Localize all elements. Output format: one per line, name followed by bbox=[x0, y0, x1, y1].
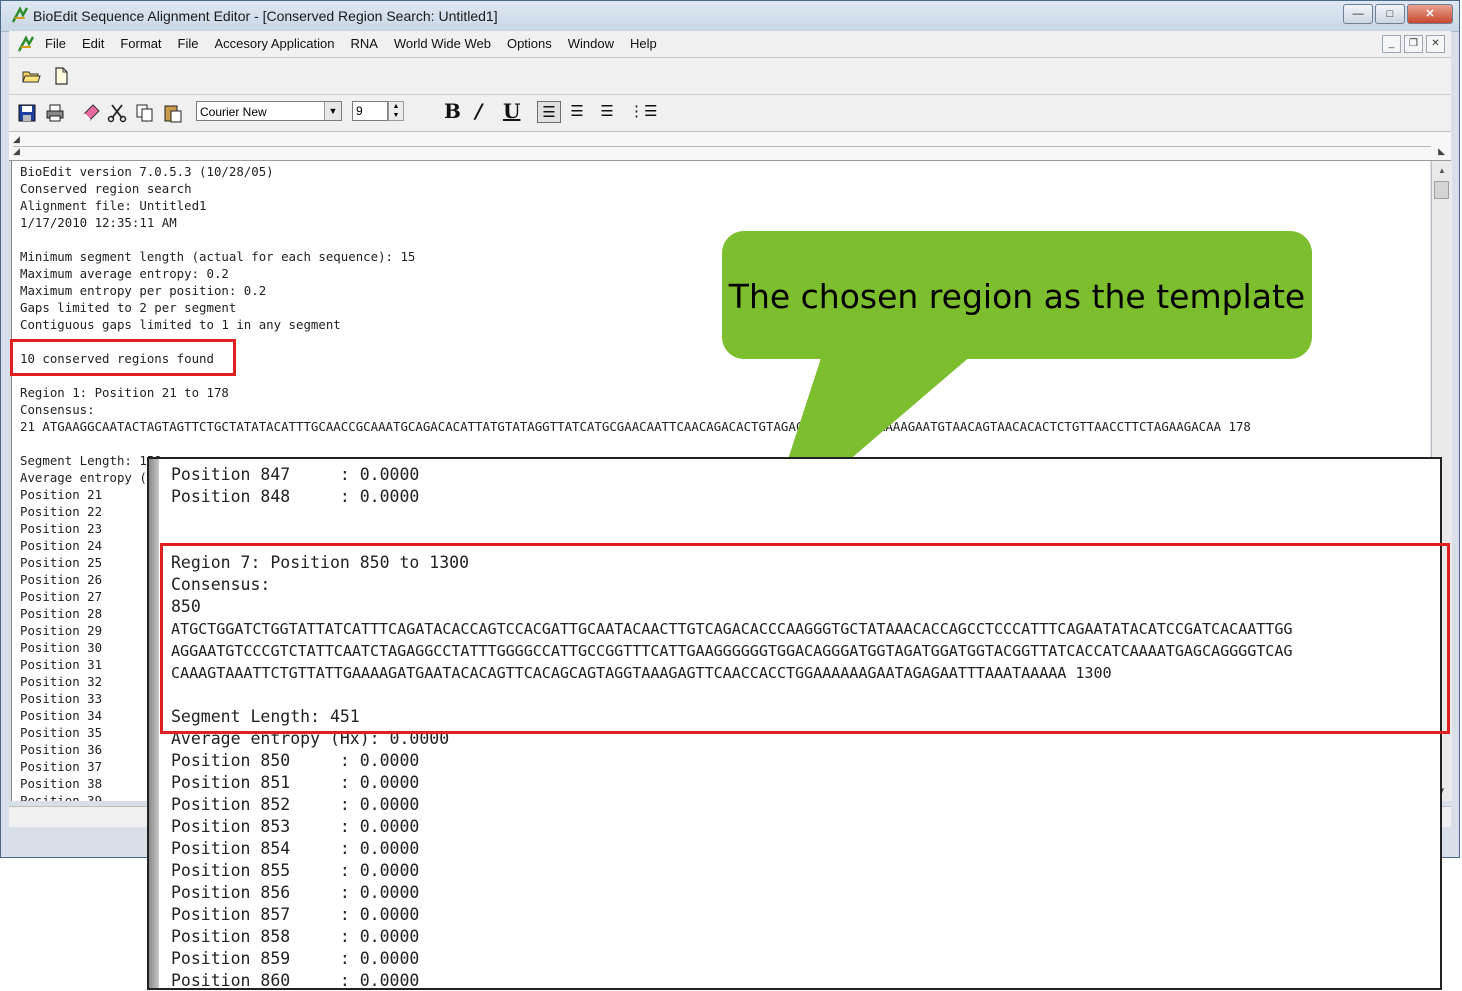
font-size-spinner[interactable]: ▲ ▼ bbox=[388, 101, 404, 121]
right-indent-marker-icon[interactable]: ◣ bbox=[1438, 146, 1445, 157]
child-minimize-button[interactable]: _ bbox=[1382, 35, 1401, 53]
zoom-line: Position 851 : 0.0000 bbox=[171, 773, 420, 792]
zoom-line: Position 857 : 0.0000 bbox=[171, 905, 420, 924]
menu-accesory-application[interactable]: Accesory Application bbox=[214, 36, 334, 51]
format-toolbar: Courier New ▼ 9 ▲ ▼ B / U ☰ ☰ ☰ ⋮☰ bbox=[9, 95, 1451, 132]
editor-line: Maximum entropy per position: 0.2 bbox=[20, 283, 267, 298]
print-icon[interactable] bbox=[45, 103, 65, 123]
ruler[interactable]: ◢ ◢ ◣ bbox=[9, 132, 1451, 161]
zoom-line: Position 854 : 0.0000 bbox=[171, 839, 420, 858]
child-restore-button[interactable]: ❐ bbox=[1404, 35, 1423, 53]
file-toolbar bbox=[9, 58, 1451, 95]
editor-line: 21 ATGAAGGCAATACTAGTAGTTCTGCTATATACATTTG… bbox=[20, 419, 1251, 434]
open-folder-icon[interactable] bbox=[21, 66, 41, 86]
child-close-button[interactable]: ✕ bbox=[1426, 35, 1445, 53]
editor-line: Gaps limited to 2 per segment bbox=[20, 300, 237, 315]
editor-line: 1/17/2010 12:35:11 AM bbox=[20, 215, 177, 230]
scroll-thumb[interactable] bbox=[1434, 181, 1449, 199]
left-indent-marker-icon[interactable]: ◢ bbox=[13, 146, 20, 157]
menu-format[interactable]: Format bbox=[120, 36, 161, 51]
title-bar[interactable]: BioEdit Sequence Alignment Editor - [Con… bbox=[1, 1, 1459, 32]
scroll-up-icon[interactable]: ▲ bbox=[1432, 163, 1452, 179]
save-icon[interactable] bbox=[17, 103, 37, 123]
document-menu-icon[interactable] bbox=[17, 35, 35, 53]
align-right-icon[interactable]: ☰ bbox=[595, 101, 619, 123]
menu-file[interactable]: File bbox=[45, 36, 66, 51]
zoom-line: Position 847 : 0.0000 bbox=[171, 465, 420, 484]
align-center-icon[interactable]: ☰ bbox=[565, 101, 589, 123]
bioedit-logo-icon bbox=[11, 6, 29, 23]
regions-found-highlight bbox=[10, 339, 236, 376]
editor-line: Alignment file: Untitled1 bbox=[20, 198, 207, 213]
zoom-line: Position 858 : 0.0000 bbox=[171, 927, 420, 946]
close-button[interactable]: ✕ bbox=[1407, 4, 1453, 24]
menu-file-2[interactable]: File bbox=[178, 36, 199, 51]
bold-button[interactable]: B bbox=[444, 99, 461, 123]
menu-rna[interactable]: RNA bbox=[350, 36, 377, 51]
editor-line: Contiguous gaps limited to 1 in any segm… bbox=[20, 317, 341, 332]
callout-text: The chosen region as the template bbox=[728, 277, 1306, 316]
new-document-icon[interactable] bbox=[51, 66, 71, 86]
paste-icon[interactable] bbox=[163, 103, 183, 123]
align-left-icon[interactable]: ☰ bbox=[537, 101, 561, 123]
cut-icon[interactable] bbox=[107, 103, 127, 123]
window-title: BioEdit Sequence Alignment Editor - [Con… bbox=[33, 8, 498, 24]
editor-line: Region 1: Position 21 to 178 bbox=[20, 385, 229, 400]
editor-line: Conserved region search bbox=[20, 181, 192, 196]
font-size-input[interactable]: 9 bbox=[352, 101, 388, 121]
eraser-icon[interactable] bbox=[81, 103, 101, 123]
zoom-line: Position 853 : 0.0000 bbox=[171, 817, 420, 836]
editor-line: Minimum segment length (actual for each … bbox=[20, 249, 416, 264]
menu-window[interactable]: Window bbox=[568, 36, 614, 51]
font-family-value: Courier New bbox=[200, 105, 267, 119]
underline-button[interactable]: U bbox=[503, 99, 520, 123]
minimize-button[interactable]: — bbox=[1343, 4, 1373, 24]
zoom-line: Position 856 : 0.0000 bbox=[171, 883, 420, 902]
zoom-line: Position 859 : 0.0000 bbox=[171, 949, 420, 968]
menu-world-wide-web[interactable]: World Wide Web bbox=[394, 36, 491, 51]
zoom-line: Position 848 : 0.0000 bbox=[171, 487, 420, 506]
menu-edit[interactable]: Edit bbox=[82, 36, 104, 51]
zoom-line: Position 850 : 0.0000 bbox=[171, 751, 420, 770]
italic-button[interactable]: / bbox=[475, 99, 482, 123]
editor-line: Segment Length: 158 bbox=[20, 453, 162, 468]
region-7-highlight bbox=[160, 543, 1450, 734]
zoom-line: Position 860 : 0.0000 bbox=[171, 971, 420, 990]
editor-line: Consensus: bbox=[20, 402, 95, 417]
menu-help[interactable]: Help bbox=[630, 36, 657, 51]
maximize-button[interactable]: □ bbox=[1375, 4, 1405, 24]
first-indent-marker-icon[interactable]: ◢ bbox=[13, 134, 20, 145]
zoom-line: Position 852 : 0.0000 bbox=[171, 795, 420, 814]
menu-options[interactable]: Options bbox=[507, 36, 552, 51]
copy-icon[interactable] bbox=[135, 103, 155, 123]
zoom-line: Position 855 : 0.0000 bbox=[171, 861, 420, 880]
callout-bubble: The chosen region as the template bbox=[722, 231, 1312, 359]
editor-line: BioEdit version 7.0.5.3 (10/28/05) bbox=[20, 164, 274, 179]
editor-line: Maximum average entropy: 0.2 bbox=[20, 266, 229, 281]
ruler-line bbox=[13, 146, 1431, 147]
menu-bar: File Edit Format File Accesory Applicati… bbox=[9, 31, 1451, 58]
zoom-panel-edge bbox=[149, 459, 159, 988]
font-family-select[interactable]: Courier New ▼ bbox=[196, 101, 342, 121]
chevron-down-icon[interactable]: ▼ bbox=[324, 102, 341, 120]
bullet-list-icon[interactable]: ⋮☰ bbox=[629, 101, 657, 123]
